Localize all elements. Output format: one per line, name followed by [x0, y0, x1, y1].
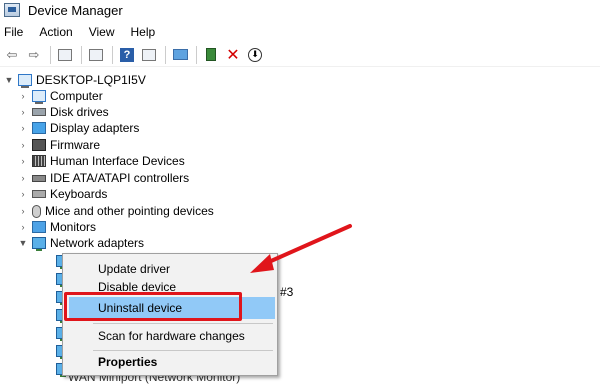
computer-icon	[32, 90, 46, 104]
expand-chevron-icon[interactable]: ›	[18, 206, 28, 216]
expand-chevron-icon[interactable]: ›	[18, 91, 28, 101]
toolbar: ⇦ ⇨ ? ✕ ⬇	[0, 43, 600, 67]
menu-properties[interactable]: Properties	[63, 351, 277, 373]
tree-item-monitors[interactable]: › Monitors	[18, 219, 97, 235]
tree-item-hid[interactable]: › Human Interface Devices	[18, 153, 185, 169]
tree-item-computer[interactable]: › Computer	[18, 88, 103, 104]
hid-icon	[32, 155, 46, 167]
tree-item-label: Network adapters	[50, 236, 145, 250]
firmware-icon	[32, 139, 46, 151]
toolbar-separator	[165, 45, 166, 64]
menu-bar: File Action View Help	[0, 22, 600, 42]
tree-item-firmware[interactable]: › Firmware	[18, 137, 101, 153]
mouse-icon	[32, 204, 41, 218]
panel-icon[interactable]	[139, 45, 159, 65]
tree-item-ide[interactable]: › IDE ATA/ATAPI controllers	[18, 170, 190, 186]
toolbar-separator	[196, 45, 197, 64]
collapse-chevron-icon[interactable]: ▼	[4, 75, 14, 85]
tree-item-mice[interactable]: › Mice and other pointing devices	[18, 203, 214, 219]
expand-chevron-icon[interactable]: ›	[18, 123, 28, 133]
menu-separator	[93, 323, 273, 324]
root-label: DESKTOP-LQP1I5V	[36, 73, 146, 87]
toolbar-separator	[50, 45, 51, 64]
expand-chevron-icon[interactable]: ›	[18, 140, 28, 150]
computer-icon	[18, 74, 32, 88]
expand-chevron-icon[interactable]: ›	[18, 156, 28, 166]
tree-item-keyboards[interactable]: › Keyboards	[18, 186, 108, 202]
device-manager-app-icon	[4, 3, 20, 17]
monitor-icon	[32, 221, 46, 233]
tree-item-disk-drives[interactable]: › Disk drives	[18, 104, 109, 120]
menu-view[interactable]: View	[85, 25, 121, 39]
forward-arrow-icon[interactable]: ⇨	[24, 45, 44, 65]
tree-item-label: Computer	[50, 89, 103, 103]
expand-chevron-icon[interactable]: ›	[18, 107, 28, 117]
list-icon[interactable]	[86, 45, 106, 65]
disk-icon	[32, 108, 46, 116]
download-icon[interactable]: ⬇	[245, 45, 265, 65]
toolbar-separator	[112, 45, 113, 64]
tree-root[interactable]: ▼ DESKTOP-LQP1I5V	[4, 72, 146, 88]
back-arrow-icon[interactable]: ⇦	[2, 45, 22, 65]
annotation-highlight-box	[64, 292, 242, 321]
collapse-chevron-icon[interactable]: ▼	[18, 238, 28, 248]
keyboard-icon	[32, 190, 46, 198]
tree-item-network-adapters[interactable]: ▼ Network adapters	[18, 235, 144, 251]
tree-item-label: Firmware	[50, 138, 100, 152]
help-icon[interactable]: ?	[117, 45, 137, 65]
expand-chevron-icon[interactable]: ›	[18, 189, 28, 199]
expand-chevron-icon[interactable]: ›	[18, 222, 28, 232]
tree-item-label: Mice and other pointing devices	[45, 204, 214, 218]
title-bar: Device Manager	[0, 0, 600, 20]
menu-action[interactable]: Action	[35, 25, 78, 39]
tree-item-label: Monitors	[50, 220, 97, 234]
tree-item-label: IDE ATA/ATAPI controllers	[50, 171, 190, 185]
network-icon	[32, 237, 46, 251]
ide-icon	[32, 174, 46, 182]
menu-file[interactable]: File	[0, 25, 29, 39]
adapter-name-suffix: #3	[280, 285, 294, 299]
update-driver-icon[interactable]	[201, 45, 221, 65]
tree-item-label: Human Interface Devices	[50, 154, 185, 168]
toolbar-separator	[81, 45, 82, 64]
scan-monitor-icon[interactable]	[170, 45, 190, 65]
properties-icon[interactable]	[55, 45, 75, 65]
tree-item-display-adapters[interactable]: › Display adapters	[18, 120, 140, 136]
uninstall-x-icon[interactable]: ✕	[223, 45, 243, 65]
display-icon	[32, 122, 46, 134]
tree-item-label: Display adapters	[50, 121, 140, 135]
menu-help[interactable]: Help	[127, 25, 162, 39]
tree-item-label: Disk drives	[50, 105, 109, 119]
menu-scan-hardware[interactable]: Scan for hardware changes	[63, 325, 277, 347]
window-title: Device Manager	[28, 2, 123, 18]
tree-item-label: Keyboards	[50, 187, 108, 201]
expand-chevron-icon[interactable]: ›	[18, 173, 28, 183]
